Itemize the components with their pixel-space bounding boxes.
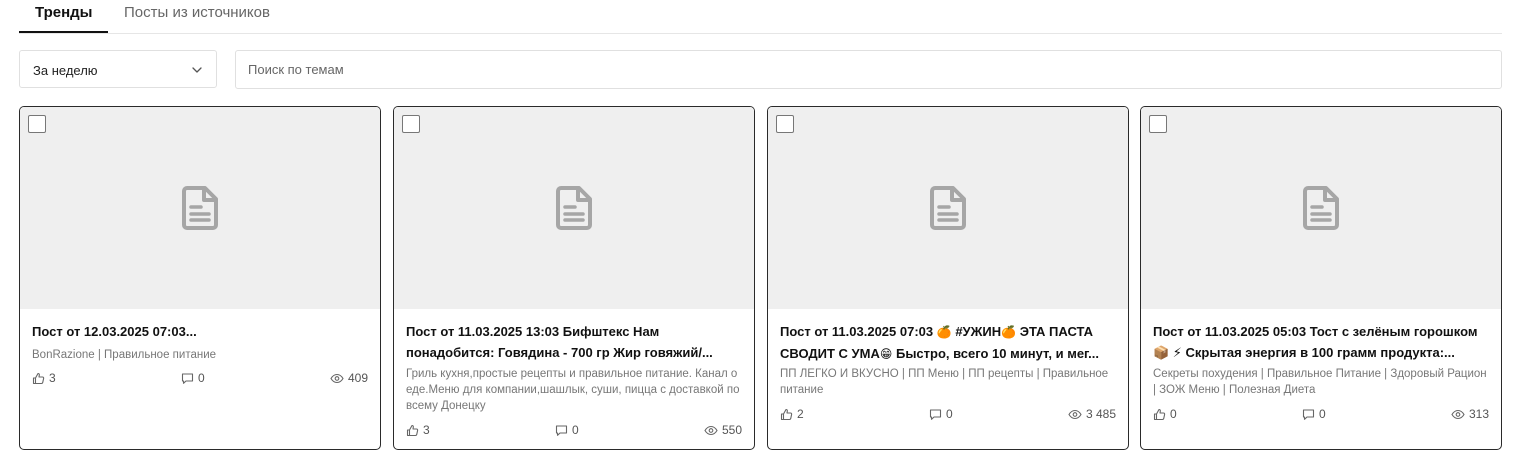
comments-stat: 0 [181,370,205,386]
eye-icon [1451,409,1465,419]
likes-stat: 0 [1153,406,1177,422]
orange-emoji: 🍊 [1001,325,1017,339]
tab-source-posts[interactable]: Посты из источников [124,4,270,22]
post-source: ПП ЛЕГКО И ВКУСНО | ПП Меню | ПП рецепты… [780,368,1109,396]
comment-icon [929,408,942,420]
likes-count: 3 [423,423,430,437]
post-thumbnail [1141,107,1501,309]
thumbs-up-icon [1153,408,1166,420]
post-stats: 3 0 550 [406,422,742,438]
eye-icon [1068,409,1082,419]
views-count: 409 [347,371,368,385]
post-title: Пост от 11.03.2025 05:03 Тост с зелёным … [1153,324,1478,360]
post-card[interactable]: Пост от 11.03.2025 05:03 Тост с зелёным … [1140,106,1502,450]
post-thumbnail [394,107,754,309]
eye-icon [330,373,344,383]
topic-search-input[interactable] [235,50,1502,89]
comments-count: 0 [572,423,579,437]
document-icon [1303,186,1339,230]
post-title-text: Быстро, всего 10 минут, и мег... [892,346,1099,361]
post-card[interactable]: Пост от 11.03.2025 13:03 Бифштекс Нам по… [393,106,755,450]
tab-trends[interactable]: Тренды [35,4,93,22]
post-stats: 3 0 409 [32,370,368,386]
post-stats: 2 0 3 485 [780,406,1116,422]
likes-stat: 3 [32,370,56,386]
orange-emoji: 🍊 [936,325,952,339]
views-stat: 313 [1451,406,1489,422]
post-title: Пост от 12.03.2025 07:03... [32,324,197,339]
likes-count: 2 [797,407,804,421]
post-select-checkbox[interactable] [28,115,46,133]
period-select-value: За неделю [33,63,98,78]
comment-icon [555,424,568,436]
views-stat: 550 [704,422,742,438]
comments-stat: 0 [929,406,953,422]
post-title: Пост от 11.03.2025 13:03 Бифштекс Нам по… [406,324,713,360]
post-stats: 0 0 313 [1153,406,1489,422]
post-card[interactable]: Пост от 11.03.2025 07:03 🍊 #УЖИН🍊 ЭТА ПА… [767,106,1129,450]
post-title-text: Пост от 11.03.2025 07:03 [780,324,937,339]
document-icon [182,186,218,230]
likes-count: 0 [1170,407,1177,421]
grin-emoji: 😁 [879,347,893,361]
comment-icon [1302,408,1315,420]
post-card[interactable]: Пост от 12.03.2025 07:03... BonRazione |… [19,106,381,450]
comment-icon [181,372,194,384]
period-select[interactable]: За неделю [19,50,217,88]
views-stat: 409 [330,370,368,386]
chevron-down-icon [192,67,202,73]
tabs-bar: Тренды Посты из источников [19,0,1502,34]
thumbs-up-icon [406,424,419,436]
post-thumbnail [20,107,380,309]
post-source: BonRazione | Правильное питание [32,349,217,361]
likes-stat: 2 [780,406,804,422]
post-thumbnail [768,107,1128,309]
comments-count: 0 [946,407,953,421]
likes-count: 3 [49,371,56,385]
comments-stat: 0 [1302,406,1326,422]
active-tab-indicator [19,31,108,33]
post-select-checkbox[interactable] [402,115,420,133]
views-count: 550 [721,423,742,437]
post-select-checkbox[interactable] [1149,115,1167,133]
comments-count: 0 [198,371,205,385]
eye-icon [704,425,718,435]
post-select-checkbox[interactable] [776,115,794,133]
thumbs-up-icon [32,372,45,384]
views-stat: 3 485 [1068,406,1116,422]
post-source: Секреты похудения | Правильное Питание |… [1153,368,1487,396]
views-count: 3 485 [1085,407,1116,421]
views-count: 313 [1468,407,1489,421]
thumbs-up-icon [780,408,793,420]
post-source: Гриль кухня,простые рецепты и правильное… [406,368,740,412]
post-title-text: #УЖИН [951,324,1002,339]
likes-stat: 3 [406,422,430,438]
document-icon [930,186,966,230]
comments-stat: 0 [555,422,579,438]
comments-count: 0 [1319,407,1326,421]
post-title: Пост от 11.03.2025 07:03 🍊 #УЖИН🍊 ЭТА ПА… [780,321,1116,365]
document-icon [556,186,592,230]
